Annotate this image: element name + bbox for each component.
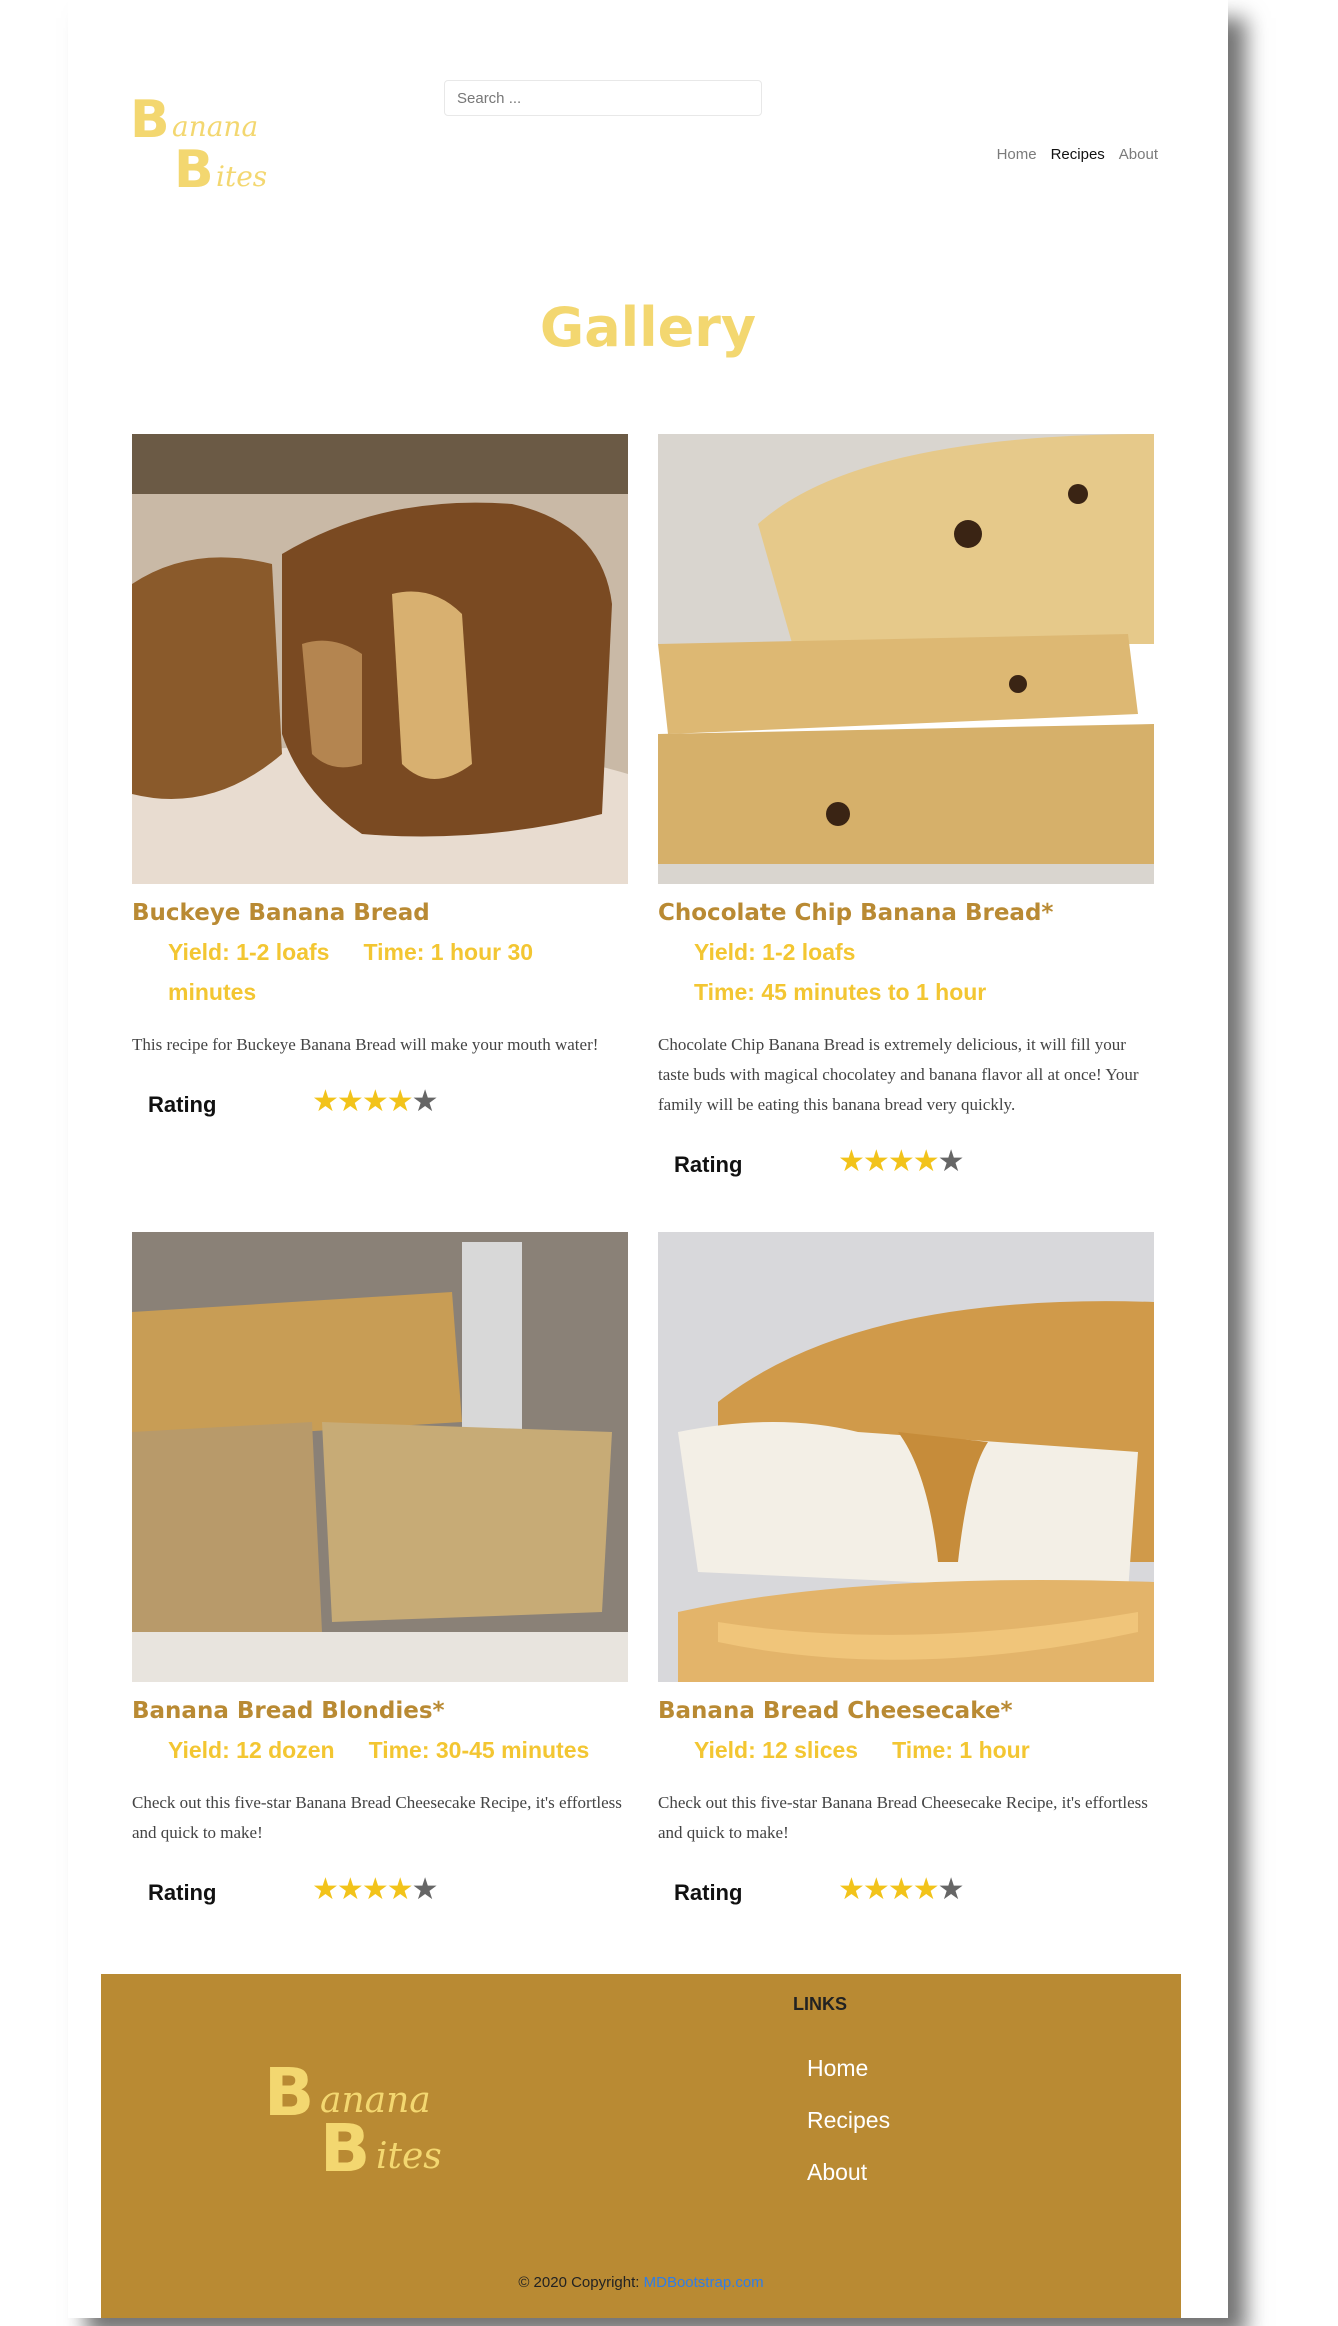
logo-word-ites: ites — [216, 160, 268, 193]
star-icon[interactable]: ★ — [362, 1085, 389, 1118]
page-container: B anana B ites Home Recipes About Galler… — [68, 0, 1228, 2318]
recipe-card: Chocolate Chip Banana Bread* Yield: 1-2 … — [658, 434, 1154, 1184]
logo-letter-b1: B — [264, 2054, 315, 2131]
footer-logo[interactable]: B anana B ites — [264, 2054, 504, 2192]
rating-stars: ★★★★★ — [838, 1872, 965, 1907]
star-icon[interactable]: ★ — [838, 1873, 865, 1906]
recipe-photo-banana-bread-blondies[interactable] — [132, 1232, 628, 1682]
star-icon[interactable]: ★ — [412, 1085, 439, 1118]
nav-about[interactable]: About — [1119, 146, 1158, 163]
recipe-time: Time: 1 hour — [892, 1737, 1030, 1763]
recipe-photo-buckeye-banana-bread[interactable] — [132, 434, 628, 884]
recipe-yield: Yield: 12 dozen — [168, 1737, 335, 1763]
recipe-card: Banana Bread Cheesecake* Yield: 12 slice… — [658, 1232, 1154, 1912]
recipe-meta: Yield: 12 dozen Time: 30-45 minutes — [168, 1730, 628, 1770]
main-nav: Home Recipes About — [997, 146, 1158, 163]
star-icon[interactable]: ★ — [312, 1085, 339, 1118]
star-icon[interactable]: ★ — [863, 1145, 890, 1178]
star-icon[interactable]: ★ — [362, 1873, 389, 1906]
recipe-yield: Yield: 1-2 loafs — [694, 939, 856, 965]
recipe-photo-chocolate-chip-banana-bread[interactable] — [658, 434, 1154, 884]
footer-links: Home Recipes About — [807, 2042, 890, 2198]
logo-letter-b2: B — [174, 140, 214, 200]
recipe-description: This recipe for Buckeye Banana Bread wil… — [132, 1035, 599, 1054]
recipe-title[interactable]: Banana Bread Cheesecake* — [658, 1698, 1154, 1724]
star-icon[interactable]: ★ — [888, 1145, 915, 1178]
recipe-title[interactable]: Banana Bread Blondies* — [132, 1698, 628, 1724]
copyright: © 2020 Copyright: MDBootstrap.com — [101, 2274, 1181, 2291]
logo-word-ites: ites — [376, 2136, 442, 2177]
recipe-meta: Yield: 1-2 loafs Time: 1 hour 30 minutes — [168, 932, 628, 1012]
recipe-rating: Rating ★★★★★ — [658, 1144, 1154, 1184]
footer: B anana B ites LINKS Home Recipes About … — [101, 1974, 1181, 2318]
page-title: Gallery — [539, 296, 757, 359]
rating-label: Rating — [148, 1092, 217, 1117]
nav-home[interactable]: Home — [997, 146, 1037, 163]
search-input[interactable] — [444, 80, 762, 116]
recipe-rating: Rating ★★★★★ — [132, 1872, 628, 1912]
star-icon[interactable]: ★ — [337, 1085, 364, 1118]
star-icon[interactable]: ★ — [387, 1873, 414, 1906]
logo-word-anana: anana — [172, 110, 259, 143]
copyright-link[interactable]: MDBootstrap.com — [644, 2274, 764, 2291]
recipe-title[interactable]: Buckeye Banana Bread — [132, 900, 628, 926]
recipe-card: Buckeye Banana Bread Yield: 1-2 loafs Tim… — [132, 434, 628, 1124]
recipe-rating: Rating ★★★★★ — [132, 1084, 628, 1124]
star-icon[interactable]: ★ — [337, 1873, 364, 1906]
header-logo[interactable]: B anana B ites — [130, 90, 320, 200]
recipe-yield: Yield: 1-2 loafs — [168, 939, 330, 965]
footer-link-about[interactable]: About — [807, 2146, 890, 2198]
rating-stars: ★★★★★ — [312, 1872, 439, 1907]
star-icon[interactable]: ★ — [412, 1873, 439, 1906]
recipe-title[interactable]: Chocolate Chip Banana Bread* — [658, 900, 1154, 926]
rating-label: Rating — [674, 1880, 743, 1905]
recipe-time: Time: 30-45 minutes — [368, 1737, 590, 1763]
rating-label: Rating — [674, 1152, 743, 1177]
recipe-photo-banana-bread-cheesecake[interactable] — [658, 1232, 1154, 1682]
footer-link-recipes[interactable]: Recipes — [807, 2094, 890, 2146]
star-icon[interactable]: ★ — [863, 1873, 890, 1906]
star-icon[interactable]: ★ — [913, 1145, 940, 1178]
star-icon[interactable]: ★ — [838, 1145, 865, 1178]
recipe-description: Chocolate Chip Banana Bread is extremely… — [658, 1035, 1139, 1114]
recipe-time: Time: 45 minutes to 1 hour — [694, 979, 987, 1005]
recipe-yield: Yield: 12 slices — [694, 1737, 859, 1763]
copyright-text: © 2020 Copyright: — [518, 2274, 640, 2291]
star-icon[interactable]: ★ — [312, 1873, 339, 1906]
recipe-rating: Rating ★★★★★ — [658, 1872, 1154, 1912]
star-icon[interactable]: ★ — [387, 1085, 414, 1118]
nav-recipes[interactable]: Recipes — [1051, 146, 1105, 163]
star-icon[interactable]: ★ — [938, 1873, 965, 1906]
star-icon[interactable]: ★ — [913, 1873, 940, 1906]
rating-label: Rating — [148, 1880, 217, 1905]
recipe-description: Check out this five-star Banana Bread Ch… — [132, 1793, 622, 1842]
recipe-meta: Yield: 1-2 loafs Time: 45 minutes to 1 h… — [694, 932, 1154, 1012]
logo-letter-b2: B — [320, 2110, 371, 2187]
star-icon[interactable]: ★ — [888, 1873, 915, 1906]
rating-stars: ★★★★★ — [312, 1084, 439, 1119]
recipe-description: Check out this five-star Banana Bread Ch… — [658, 1793, 1148, 1842]
footer-link-home[interactable]: Home — [807, 2042, 890, 2094]
rating-stars: ★★★★★ — [838, 1144, 965, 1179]
star-icon[interactable]: ★ — [938, 1145, 965, 1178]
footer-links-title: LINKS — [793, 1994, 847, 2014]
recipe-card: Banana Bread Blondies* Yield: 12 dozen Ti… — [132, 1232, 628, 1912]
recipe-meta: Yield: 12 slices Time: 1 hour — [694, 1730, 1154, 1770]
logo-letter-b1: B — [130, 90, 170, 150]
